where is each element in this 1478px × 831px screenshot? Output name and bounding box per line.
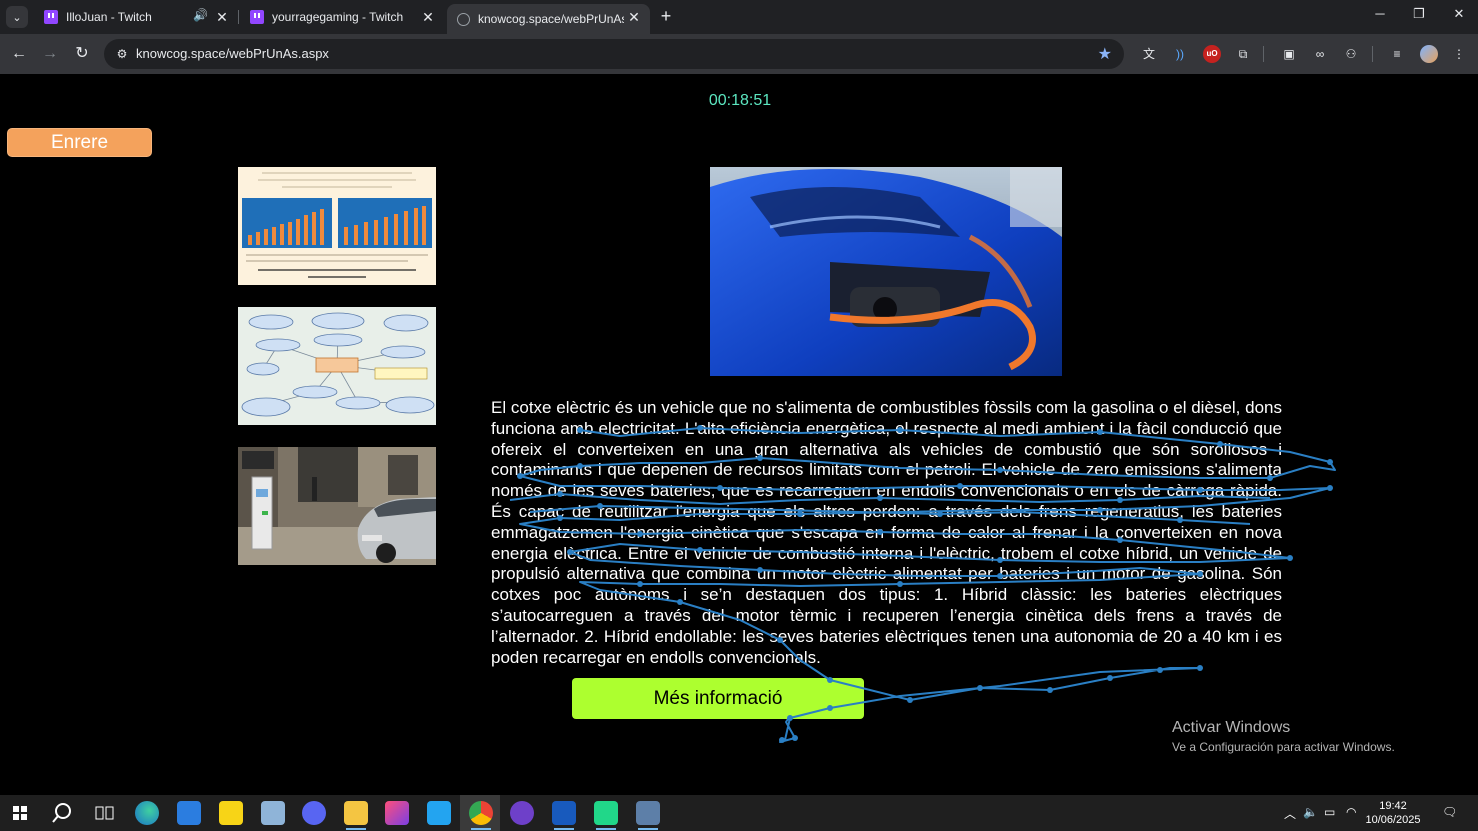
speaker-icon[interactable]: 🔈 bbox=[1303, 805, 1318, 819]
bookmark-star-icon[interactable]: ★ bbox=[1098, 44, 1112, 64]
chrome-icon[interactable] bbox=[469, 801, 493, 830]
window-close-icon[interactable]: ✕ bbox=[1449, 6, 1469, 22]
address-bar[interactable]: ⚙ knowcog.space/webPrUnAs.aspx ★ bbox=[104, 39, 1124, 69]
windows-taskbar: ︿ 🔈 ▭ ◠ 19:42 10/06/2025 🗨 bbox=[0, 795, 1478, 831]
extensions-puzzle-icon[interactable]: ⧉ bbox=[1234, 45, 1252, 63]
file-explorer-icon[interactable] bbox=[344, 801, 368, 830]
minimize-icon[interactable]: ─ bbox=[1370, 6, 1390, 21]
tab-knowcog[interactable]: knowcog.space/webPrUnAs.aspx ✕ bbox=[447, 4, 650, 34]
windows-start-icon[interactable] bbox=[8, 801, 32, 825]
media-controls-icon[interactable]: ≡ bbox=[1388, 45, 1406, 63]
new-tab-button[interactable]: + bbox=[656, 6, 676, 26]
site-settings-icon[interactable]: ⚙ bbox=[114, 46, 130, 62]
discord-icon[interactable] bbox=[302, 801, 326, 825]
session-timer: 00:18:51 bbox=[708, 92, 772, 109]
browser-tab-strip: ⌄ IlloJuan - Twitch 🔊 ✕ yourragegaming -… bbox=[0, 0, 1478, 34]
toolbar-divider bbox=[1263, 46, 1264, 62]
tab-title: IlloJuan - Twitch bbox=[66, 10, 152, 24]
clock-time: 19:42 bbox=[1379, 800, 1407, 812]
electric-car-charging-image bbox=[710, 167, 1062, 376]
word-icon[interactable] bbox=[552, 801, 576, 830]
back-button[interactable]: Enrere bbox=[7, 128, 152, 157]
windows-activation-watermark: Activar Windows Ve a Configuración para … bbox=[1172, 719, 1395, 754]
battery-icon[interactable]: ▭ bbox=[1324, 805, 1335, 819]
sticky-notes-icon[interactable] bbox=[219, 801, 243, 825]
wifi-icon[interactable]: ◠ bbox=[1346, 805, 1356, 819]
more-menu-icon[interactable]: ⋮ bbox=[1450, 45, 1468, 63]
reload-icon[interactable]: ↻ bbox=[72, 44, 92, 64]
watermark-subtitle: Ve a Configuración para activar Windows. bbox=[1172, 740, 1395, 754]
task-view-icon[interactable] bbox=[92, 801, 116, 825]
speaker-icon[interactable]: 🔊 bbox=[193, 8, 208, 22]
tab-search-icon[interactable]: ⌄ bbox=[6, 6, 28, 28]
link-icon[interactable]: ∞ bbox=[1311, 45, 1329, 63]
ublock-icon[interactable]: uO bbox=[1203, 45, 1221, 63]
close-icon[interactable]: ✕ bbox=[420, 9, 436, 25]
app-hexagon-icon[interactable] bbox=[385, 801, 409, 825]
tab-illojuan[interactable]: IlloJuan - Twitch 🔊 ✕ bbox=[34, 4, 238, 30]
search-icon[interactable] bbox=[50, 801, 74, 825]
twitch-icon bbox=[44, 10, 58, 24]
system-clock[interactable]: 19:42 10/06/2025 bbox=[1362, 799, 1424, 827]
back-arrow-icon[interactable]: ← bbox=[9, 44, 29, 64]
show-hidden-icons-chevron-icon[interactable]: ︿ bbox=[1284, 805, 1296, 822]
page-content: 00:18:51 Enrere El cotxe elèctric és un … bbox=[0, 74, 1478, 795]
profile-avatar-icon[interactable] bbox=[1420, 45, 1438, 63]
browser-toolbar: ← → ↻ ⚙ knowcog.space/webPrUnAs.aspx ★ 文… bbox=[0, 34, 1478, 74]
screenshot-icon[interactable]: ▣ bbox=[1280, 45, 1298, 63]
edge-browser-icon[interactable] bbox=[135, 801, 159, 825]
watermark-title: Activar Windows bbox=[1172, 719, 1291, 736]
clock-date: 10/06/2025 bbox=[1365, 814, 1421, 826]
article-text: El cotxe elèctric és un vehicle que no s… bbox=[491, 398, 1282, 667]
forward-arrow-icon[interactable]: → bbox=[40, 44, 60, 64]
globe-icon bbox=[457, 12, 470, 26]
read-aloud-icon[interactable]: )) bbox=[1171, 45, 1189, 63]
charging-street-image[interactable] bbox=[238, 447, 436, 565]
incognito-icon[interactable]: ⚇ bbox=[1342, 45, 1360, 63]
tab-divider bbox=[238, 10, 239, 24]
microsoft-store-icon[interactable] bbox=[177, 801, 201, 825]
vscode-icon[interactable] bbox=[427, 801, 451, 825]
toolbar-divider bbox=[1372, 46, 1373, 62]
concept-map-image[interactable] bbox=[238, 307, 436, 425]
remote-desktop-icon[interactable] bbox=[261, 801, 285, 825]
pycharm-icon[interactable] bbox=[594, 801, 618, 830]
tab-title: yourragegaming - Twitch bbox=[272, 10, 404, 24]
address-url[interactable]: knowcog.space/webPrUnAs.aspx bbox=[136, 46, 329, 61]
translate-icon[interactable]: 文 bbox=[1140, 45, 1158, 63]
twitch-icon bbox=[250, 10, 264, 24]
tab-title: knowcog.space/webPrUnAs.aspx bbox=[478, 12, 624, 26]
github-desktop-icon[interactable] bbox=[510, 801, 534, 825]
close-icon[interactable]: ✕ bbox=[214, 9, 230, 25]
notifications-icon[interactable]: 🗨 bbox=[1442, 805, 1457, 819]
battery-exercise-image[interactable] bbox=[238, 167, 436, 285]
python-launcher-icon[interactable] bbox=[636, 801, 660, 830]
more-info-button[interactable]: Més informació bbox=[572, 678, 864, 719]
close-icon[interactable]: ✕ bbox=[626, 9, 642, 25]
tab-yourragegaming[interactable]: yourragegaming - Twitch ✕ bbox=[240, 4, 444, 30]
maximize-icon[interactable]: ❐ bbox=[1409, 6, 1429, 22]
